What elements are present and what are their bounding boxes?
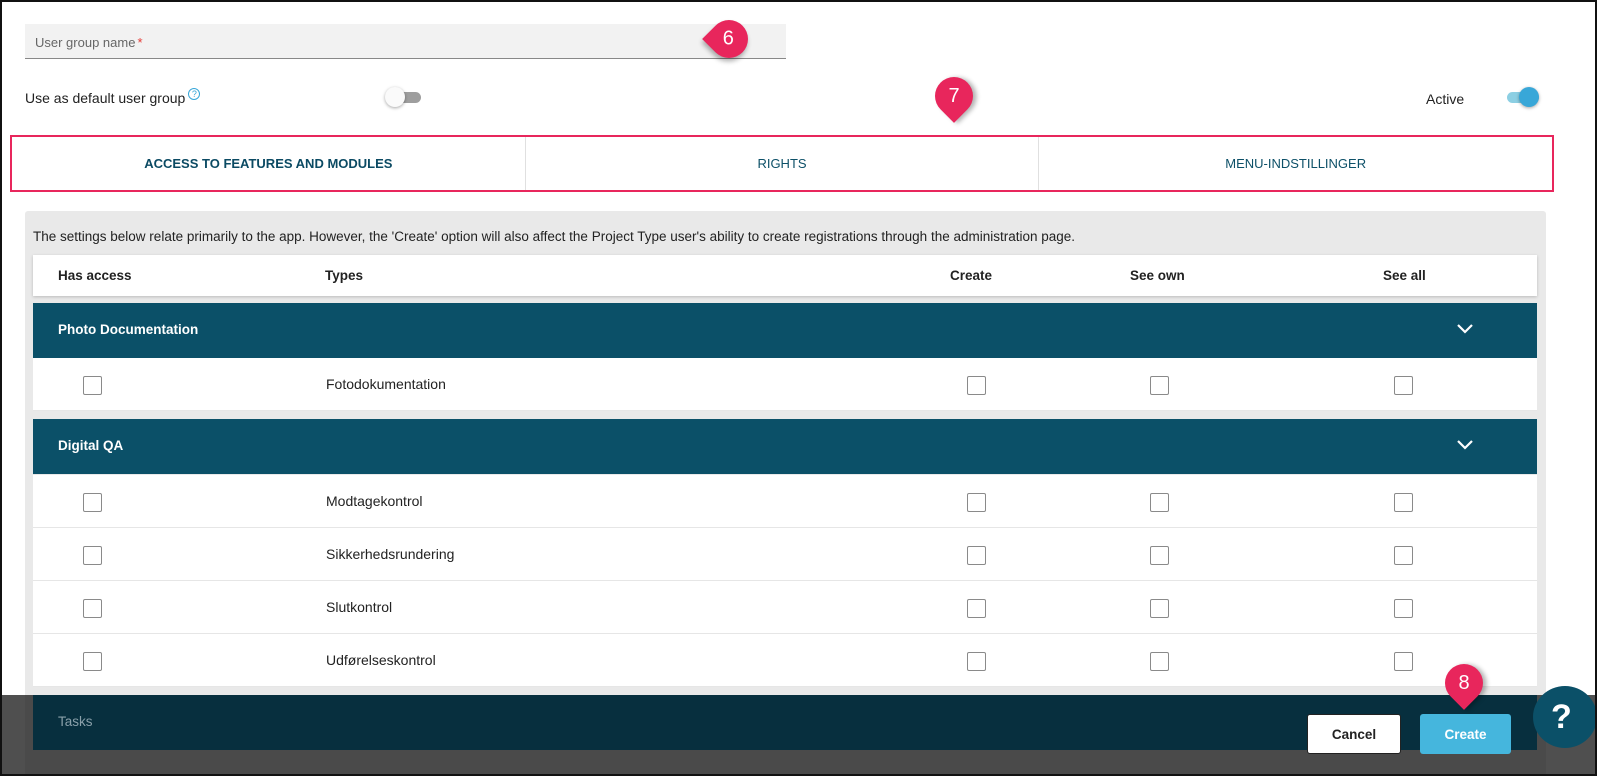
has-access-checkbox[interactable]: [83, 493, 102, 512]
tab-menu-indstillinger[interactable]: MENU-INDSTILLINGER: [1039, 137, 1552, 190]
col-has-access: Has access: [58, 268, 132, 283]
see-own-checkbox[interactable]: [1150, 652, 1169, 671]
has-access-checkbox[interactable]: [83, 652, 102, 671]
create-button[interactable]: Create: [1420, 714, 1511, 754]
col-see-all: See all: [1383, 268, 1426, 283]
tab-rights[interactable]: RIGHTS: [526, 137, 1040, 190]
group-title: Digital QA: [58, 438, 124, 453]
active-toggle[interactable]: [1503, 87, 1539, 107]
required-marker: *: [137, 35, 143, 50]
has-access-checkbox[interactable]: [83, 599, 102, 618]
default-user-group-label: Use as default user group?: [25, 88, 201, 106]
col-types: Types: [325, 268, 364, 283]
type-label: Udførelseskontrol: [326, 652, 436, 668]
col-see-own: See own: [1130, 268, 1185, 283]
group-title: Tasks: [58, 714, 93, 729]
chevron-down-icon[interactable]: [1457, 437, 1473, 453]
type-label: Sikkerhedsrundering: [326, 546, 455, 562]
group-header-digital-qa[interactable]: Digital QA: [33, 419, 1537, 474]
type-label: Fotodokumentation: [326, 376, 446, 392]
see-all-checkbox[interactable]: [1394, 599, 1413, 618]
chevron-down-icon[interactable]: [1457, 321, 1473, 337]
see-own-checkbox[interactable]: [1150, 376, 1169, 395]
table-row: Sikkerhedsrundering: [33, 528, 1537, 581]
cancel-button[interactable]: Cancel: [1307, 714, 1401, 754]
see-all-checkbox[interactable]: [1394, 493, 1413, 512]
col-create: Create: [950, 268, 993, 283]
name-field-placeholder: User group name: [35, 35, 136, 50]
create-checkbox[interactable]: [967, 546, 986, 565]
panel-intro-text: The settings below relate primarily to t…: [33, 229, 1076, 244]
active-label: Active: [1426, 91, 1465, 107]
see-all-checkbox[interactable]: [1394, 546, 1413, 565]
see-all-checkbox[interactable]: [1394, 376, 1413, 395]
see-own-checkbox[interactable]: [1150, 546, 1169, 565]
table-row: Udførelseskontrol: [33, 634, 1537, 687]
create-checkbox[interactable]: [967, 652, 986, 671]
see-all-checkbox[interactable]: [1394, 652, 1413, 671]
has-access-checkbox[interactable]: [83, 546, 102, 565]
group-header-photo-documentation[interactable]: Photo Documentation: [33, 303, 1537, 358]
create-checkbox[interactable]: [967, 376, 986, 395]
default-user-group-toggle[interactable]: [385, 87, 421, 107]
type-label: Slutkontrol: [326, 599, 393, 615]
has-access-checkbox[interactable]: [83, 376, 102, 395]
see-own-checkbox[interactable]: [1150, 493, 1169, 512]
user-group-name-field[interactable]: User group name *: [25, 24, 786, 59]
help-icon[interactable]: ?: [188, 88, 201, 100]
table-row: Slutkontrol: [33, 581, 1537, 634]
create-checkbox[interactable]: [967, 599, 986, 618]
callout-7: 7: [927, 69, 981, 123]
table-row: Modtagekontrol: [33, 475, 1537, 528]
tab-access-features-modules[interactable]: ACCESS TO FEATURES AND MODULES: [12, 137, 526, 190]
type-label: Modtagekontrol: [326, 493, 423, 509]
table-row: Fotodokumentation: [33, 358, 1537, 411]
tab-bar: ACCESS TO FEATURES AND MODULES RIGHTS ME…: [12, 137, 1552, 190]
table-header: Has access Types Create See own See all: [33, 255, 1537, 296]
see-own-checkbox[interactable]: [1150, 599, 1169, 618]
help-fab-button[interactable]: ?: [1533, 686, 1597, 748]
group-title: Photo Documentation: [58, 322, 199, 337]
create-checkbox[interactable]: [967, 493, 986, 512]
